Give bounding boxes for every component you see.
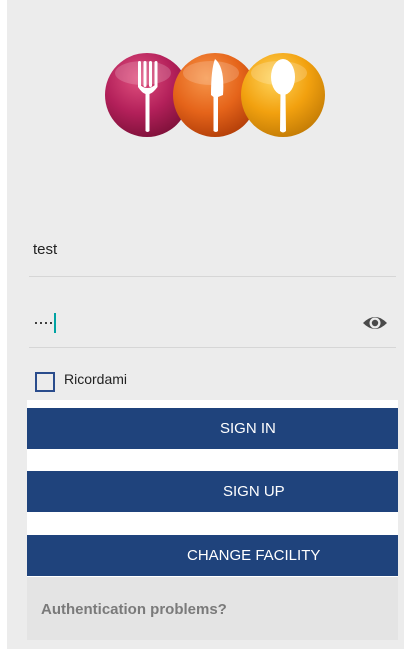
checkbox-box[interactable] (35, 372, 55, 392)
remember-me-label: Ricordami (64, 371, 128, 387)
authentication-problems-label: Authentication problems? (41, 601, 227, 618)
authentication-problems-link[interactable]: Authentication problems? (27, 577, 398, 640)
button-panel: SIGN IN SIGN UP CHANGE FACILITY Authenti… (27, 400, 398, 640)
change-facility-label: CHANGE FACILITY (187, 547, 321, 564)
app-logo (105, 53, 325, 137)
sign-in-label: SIGN IN (220, 420, 276, 437)
text-caret (54, 313, 56, 333)
username-value: test (33, 241, 58, 258)
sign-up-button[interactable]: SIGN UP (27, 471, 398, 512)
password-value: ···· (33, 312, 54, 332)
spoon-circle (241, 53, 325, 137)
sign-up-label: SIGN UP (223, 483, 285, 500)
remember-me-checkbox[interactable]: Ricordami (35, 369, 127, 395)
username-field[interactable]: test (29, 227, 396, 277)
eye-icon[interactable] (362, 312, 388, 334)
change-facility-button[interactable]: CHANGE FACILITY (27, 535, 398, 576)
sign-in-button[interactable]: SIGN IN (27, 408, 398, 449)
password-field[interactable]: ···· (29, 298, 396, 348)
